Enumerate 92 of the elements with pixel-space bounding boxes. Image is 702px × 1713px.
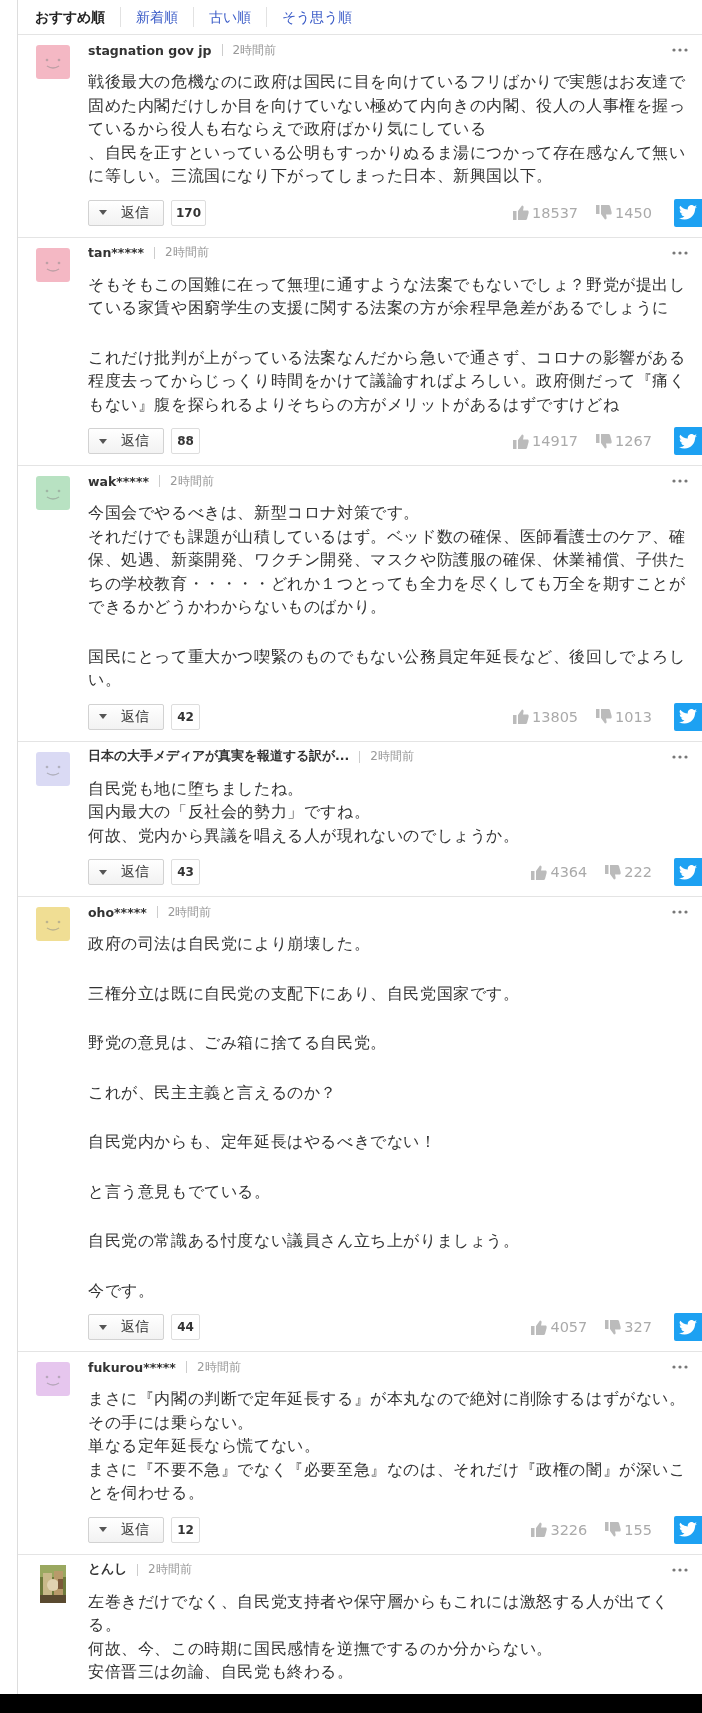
- bird-icon: [679, 205, 697, 220]
- comment-text: これが、民主主義と言えるのか？: [88, 1081, 338, 1104]
- comment-text: 自民党も地に堕ちましたね。: [88, 777, 305, 800]
- more-icon[interactable]: [672, 1567, 688, 1572]
- comment-text: 何故、党内から異議を唱える人が現れないのでしょうか。: [88, 824, 521, 847]
- thumbs-up-icon: [531, 1319, 548, 1335]
- comment-text: 自民党内からも、定年延長はやるべきでない！: [88, 1131, 438, 1153]
- comment-text: そもそもこの国難に在って無理に通すような法案でもないでしょ？野党が提出している家賃や困窮学生の支援に関する法案の方が余程早急差があるでしょうに: [88, 273, 687, 319]
- comment-text: まさに『内閣の判断で定年延長する』が本丸なので絶対に削除するはずがない。: [88, 1388, 687, 1410]
- comment-text: 野党の意見は、ごみ箱に捨てる自民党。: [88, 1032, 388, 1054]
- reply-button[interactable]: 返信: [88, 859, 164, 885]
- thumbs-down-icon: [605, 1522, 622, 1537]
- comment-text: 今国会でやるべきは、新型コロナ対策です。: [88, 502, 421, 524]
- comment-text: まさに『不要不急』でなく『必要至急』なのは、それだけ『政権の闇』が深いことを伺わせる。: [88, 1458, 687, 1504]
- user-name[interactable]: fukurou*****: [88, 1359, 176, 1375]
- comment-text: 政府の司法は自民党により崩壊した。: [88, 933, 372, 955]
- comment-text: 国内最大の「反社会的勢力」ですね。: [88, 801, 372, 823]
- thumbs-up-icon: [531, 1522, 548, 1537]
- user-name[interactable]: wak*****: [88, 473, 149, 489]
- timestamp: 2時間前: [165, 244, 209, 261]
- timestamp: 2時間前: [196, 1358, 241, 1376]
- thumbs-up-icon: [512, 433, 529, 449]
- comment-text: 安倍晋三は勿論、自民党も終わる。: [88, 1661, 355, 1683]
- timestamp: 2時間前: [167, 903, 212, 921]
- more-icon[interactable]: [672, 250, 688, 255]
- comment-text: 単なる定年延長なら慌てない。: [88, 1435, 322, 1457]
- comment-text: 今です。: [88, 1279, 156, 1302]
- timestamp: 2時間前: [170, 472, 214, 490]
- sort-tab[interactable]: おすすめ順: [35, 7, 120, 27]
- caret-icon: [99, 714, 107, 719]
- comment-text: と言う意見もでている。: [88, 1180, 272, 1203]
- caret-icon: [99, 438, 107, 444]
- reply-button[interactable]: 返信: [88, 1314, 164, 1340]
- thumbs-down-icon: [605, 864, 622, 880]
- caret-icon: [99, 1324, 107, 1330]
- user-name[interactable]: stagnation gov jp: [88, 42, 212, 58]
- user-name[interactable]: oho*****: [88, 904, 147, 920]
- reply-button[interactable]: 返信: [88, 1516, 164, 1543]
- reply-button[interactable]: 返信: [88, 703, 164, 730]
- share-button[interactable]: [674, 1313, 702, 1341]
- timestamp: 2時間前: [148, 1561, 192, 1578]
- more-icon[interactable]: [672, 1365, 688, 1369]
- comment-text: 国民にとって重大かつ喫緊のものでもない公務員定年延長など、後回しでよろしい。: [88, 645, 687, 691]
- reply-count: 43: [171, 859, 200, 885]
- comment-text: その手には乗らない。: [88, 1411, 255, 1434]
- comment-text: それだけでも課題が山積しているはず。ベッド数の確保、医師看護士のケア、確保、処遇、新薬開発、ワクチン開発、マスクや防護服の確保、休業補償、子供たちの学校教育・・・・・どれか１つとっても全力を尽くしても万全を期すことができるかどうかわからないものばかり。: [88, 525, 687, 618]
- comment-text: 何故、今、この時期に国民感情を逆撫でするのか分からない。: [88, 1637, 554, 1660]
- thumbs-down-icon: [596, 709, 613, 724]
- share-button[interactable]: [674, 1515, 702, 1544]
- bird-icon: [679, 1319, 697, 1335]
- more-icon[interactable]: [672, 754, 688, 759]
- more-icon[interactable]: [672, 479, 688, 483]
- thumbs-down-icon: [605, 1319, 622, 1335]
- timestamp: 2時間前: [232, 41, 277, 59]
- reply-count: 170: [171, 199, 207, 226]
- user-name[interactable]: tan*****: [88, 245, 144, 260]
- user-name[interactable]: 日本の大手メディアが真実を報道する訳が...: [88, 748, 350, 765]
- share-button[interactable]: [674, 427, 702, 455]
- comment-text: 左巻きだけでなく、自民党支持者や保守層からもこれには激怒する人が出てくる。: [88, 1590, 670, 1636]
- user-name[interactable]: とんし: [88, 1561, 127, 1578]
- thumbs-up-icon: [512, 205, 529, 220]
- reply-count: 88: [171, 428, 200, 454]
- comment-text: 戦後最大の危機なのに政府は国民に目を向けているフリばかりで実態はお友達で固めた内閣だけしか目を向けていない極めて内向きの内閣、役人の人事権を握っているから役人も右ならえで政府ばかり気にしている: [88, 71, 687, 140]
- sort-tab[interactable]: そう思う順: [266, 7, 367, 27]
- thumbs-up-icon: [531, 864, 548, 880]
- caret-icon: [99, 869, 107, 875]
- caret-icon: [99, 1527, 107, 1532]
- share-button[interactable]: [674, 702, 702, 731]
- thumbs-down-icon: [596, 205, 613, 220]
- thumbs-up-icon: [512, 709, 529, 724]
- share-button[interactable]: [674, 858, 702, 886]
- reply-count: 44: [171, 1314, 200, 1340]
- reply-count: 42: [171, 703, 200, 730]
- reply-button[interactable]: 返信: [88, 199, 164, 226]
- comment-text: 自民党の常識ある忖度ない議員さん立ち上がりましょう。: [88, 1230, 521, 1252]
- bird-icon: [679, 864, 697, 880]
- more-icon[interactable]: [672, 48, 688, 52]
- share-button[interactable]: [674, 198, 702, 227]
- bird-icon: [679, 1522, 697, 1537]
- comment-text: これだけ批判が上がっている法案なんだから急いで通さず、コロナの影響がある程度去ってからじっくり時間をかけて議論すればよろしい。政府側だって『痛くもない』腹を探られるよりそちらの方がメリットがあるはずですけどね: [88, 346, 687, 416]
- more-icon[interactable]: [672, 910, 688, 914]
- thumbs-down-icon: [596, 433, 613, 449]
- caret-icon: [99, 210, 107, 215]
- sort-tab[interactable]: 新着順: [120, 7, 193, 27]
- sort-tab[interactable]: 古い順: [193, 7, 266, 27]
- bird-icon: [679, 433, 697, 449]
- timestamp: 2時間前: [370, 748, 414, 765]
- reply-button[interactable]: 返信: [88, 428, 164, 454]
- reply-count: 12: [171, 1516, 200, 1543]
- comment-text: 三権分立は既に自民党の支配下にあり、自民党国家です。: [88, 982, 521, 1005]
- bird-icon: [679, 709, 697, 724]
- comment-text: 、自民を正すといっている公明もすっかりぬるま湯につかって存在感なんて無いに等しい。三流国になり下がってしまった日本、新興国以下。: [88, 141, 687, 187]
